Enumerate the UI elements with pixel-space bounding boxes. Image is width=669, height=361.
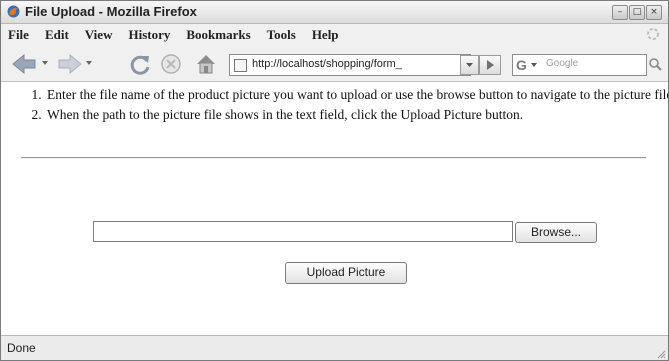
horizontal-rule [21, 157, 646, 159]
search-engine-letter: G [516, 57, 527, 73]
navigation-toolbar: http://localhost/shopping/form_ G Google [1, 47, 668, 82]
menu-history[interactable]: History [128, 27, 170, 43]
forward-history-dropdown-icon[interactable] [85, 58, 93, 68]
instruction-item: Enter the file name of the product pictu… [45, 86, 668, 104]
stop-icon[interactable] [160, 53, 182, 75]
instructions-list: Enter the file name of the product pictu… [21, 86, 668, 126]
status-bar: Done [1, 335, 668, 360]
url-text[interactable]: http://localhost/shopping/form_ [252, 58, 402, 70]
instruction-item: When the path to the picture file shows … [45, 106, 668, 124]
resize-grip-icon[interactable] [656, 349, 666, 359]
file-path-input[interactable] [93, 221, 513, 242]
window-controls: – □ × [612, 5, 662, 20]
google-icon: G [516, 57, 537, 73]
page-favicon-icon [234, 59, 247, 72]
menu-help[interactable]: Help [312, 27, 339, 43]
title-bar: File Upload - Mozilla Firefox – □ × [1, 1, 668, 24]
maximize-button[interactable]: □ [629, 5, 645, 20]
search-icon[interactable] [648, 54, 663, 74]
window-title: File Upload - Mozilla Firefox [25, 4, 197, 19]
page-content: Enter the file name of the product pictu… [1, 82, 668, 335]
firefox-icon [7, 5, 20, 18]
forward-arrow-icon[interactable] [55, 53, 83, 75]
search-engine-selector[interactable]: G [515, 57, 539, 73]
reload-icon[interactable] [129, 53, 151, 75]
menu-file[interactable]: File [8, 27, 29, 43]
url-history-dropdown[interactable] [460, 55, 479, 75]
upload-picture-button[interactable]: Upload Picture [285, 262, 407, 284]
browse-button[interactable]: Browse... [515, 222, 597, 243]
back-arrow-icon[interactable] [11, 53, 39, 75]
back-history-dropdown-icon[interactable] [41, 58, 49, 68]
search-placeholder: Google [546, 58, 579, 69]
go-button[interactable] [479, 55, 501, 75]
menu-bar: File Edit View History Bookmarks Tools H… [1, 24, 668, 46]
menu-view[interactable]: View [85, 27, 113, 43]
throbber-icon [647, 28, 659, 40]
url-bar[interactable]: http://localhost/shopping/form_ [229, 54, 471, 76]
home-icon[interactable] [194, 52, 218, 76]
chevron-down-icon [466, 63, 473, 67]
menu-tools[interactable]: Tools [267, 27, 296, 43]
status-text: Done [7, 341, 36, 355]
go-arrow-icon [487, 60, 494, 70]
menu-bookmarks[interactable]: Bookmarks [186, 27, 250, 43]
search-box[interactable]: G Google [512, 54, 647, 76]
browser-window: File Upload - Mozilla Firefox – □ × File… [0, 0, 669, 361]
menu-edit[interactable]: Edit [45, 27, 69, 43]
minimize-button[interactable]: – [612, 5, 628, 20]
close-button[interactable]: × [646, 5, 662, 20]
